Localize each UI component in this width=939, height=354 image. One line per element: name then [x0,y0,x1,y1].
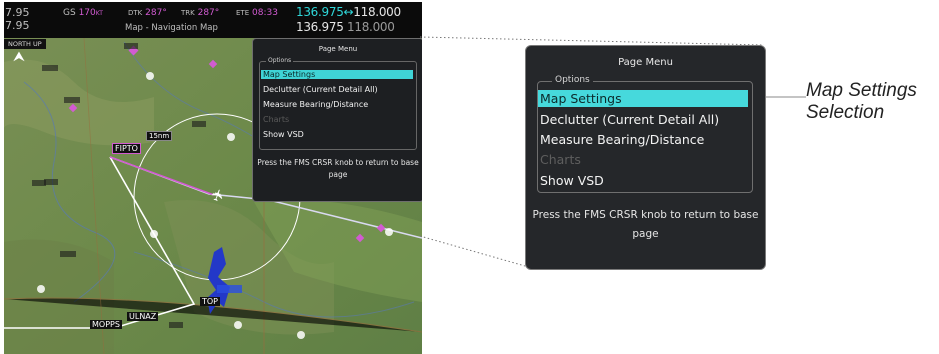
menu-item-declutter-enlarged[interactable]: Declutter (Current Detail All) [538,111,748,128]
gs-field: GS 170KT [63,8,103,18]
range-label: 15nm [146,131,173,141]
ghost-value-bottom: 7.95 [5,19,30,32]
waypoint-label-mopps[interactable]: MOPPS [90,320,122,329]
options-group-enlarged: Options Map Settings Declutter (Current … [537,75,753,193]
waypoint-label-fipto[interactable]: FIPTO [112,143,141,154]
north-up-indicator[interactable]: NORTH UP [4,39,46,49]
menu-item-declutter[interactable]: Declutter (Current Detail All) [261,85,413,94]
page-menu-footer: Press the FMS CRSR knob to return to bas… [257,158,419,179]
waypoint-label-top[interactable]: TOP [200,297,221,306]
page-menu-popup: Page Menu Options Map Settings Declutter… [252,38,422,202]
callout-label: Map Settings Selection [806,80,917,124]
navigation-map-display: ✈ FIPTO ULNAZ MOPPS TOP 15nm 7.95 7.95 G… [4,2,422,354]
callout-line-2: Selection [806,102,885,123]
waypoint-label-ulnaz[interactable]: ULNAZ [127,312,159,321]
dtk-label: DTK [128,9,143,17]
menu-item-charts-enlarged: Charts [540,152,581,167]
page-menu-enlarged: Page Menu Options Map Settings Declutter… [525,45,766,270]
options-group-label-enlarged: Options [552,75,593,85]
menu-item-measure[interactable]: Measure Bearing/Distance [261,100,413,109]
top-status-bar: 7.95 7.95 GS 170KT DTK 287° TRK 287° ETE… [4,2,422,38]
gs-unit: KT [95,10,103,17]
freq-active-2[interactable]: 136.975 [296,20,344,34]
page-title: Map - Navigation Map [125,23,218,33]
ete-field: ETE 08:33 [236,8,278,18]
north-arrow-icon: ⮝ [13,49,25,65]
page-menu-title-enlarged: Page Menu [618,57,673,68]
ete-value: 08:33 [252,8,278,18]
trk-field: TRK 287° [181,8,219,18]
freq-active[interactable]: 136.975 [296,5,344,19]
ete-label: ETE [236,9,250,17]
swap-arrow-icon[interactable]: ↔ [344,5,354,19]
gs-value: 170 [78,8,96,18]
ghost-value-top: 7.95 [5,6,30,19]
callout-line-1: Map Settings [806,80,917,101]
menu-item-measure-enlarged[interactable]: Measure Bearing/Distance [538,131,748,148]
freq-standby-2[interactable]: 118.000 [347,20,395,34]
gs-label: GS [63,8,76,18]
menu-item-show-vsd[interactable]: Show VSD [261,130,413,139]
trk-value: 287° [197,8,220,18]
menu-item-map-settings[interactable]: Map Settings [261,70,413,79]
freq-standby[interactable]: 118.000 [353,5,401,19]
options-group: Options Map Settings Declutter (Current … [259,57,417,150]
dtk-value: 287° [145,8,167,18]
dtk-field: DTK 287° [128,8,167,18]
options-group-label: Options [266,57,294,64]
page-menu-title: Page Menu [318,45,358,53]
menu-item-map-settings-enlarged[interactable]: Map Settings [538,90,748,107]
trk-label: TRK [181,9,195,17]
com-frequency-row-1[interactable]: 136.975↔118.000 [296,5,401,19]
com-frequency-row-2[interactable]: 136.975 118.000 [296,20,395,34]
page-menu-footer-enlarged: Press the FMS CRSR knob to return to bas… [532,209,759,240]
menu-item-charts: Charts [263,115,290,124]
menu-item-show-vsd-enlarged[interactable]: Show VSD [538,172,748,189]
